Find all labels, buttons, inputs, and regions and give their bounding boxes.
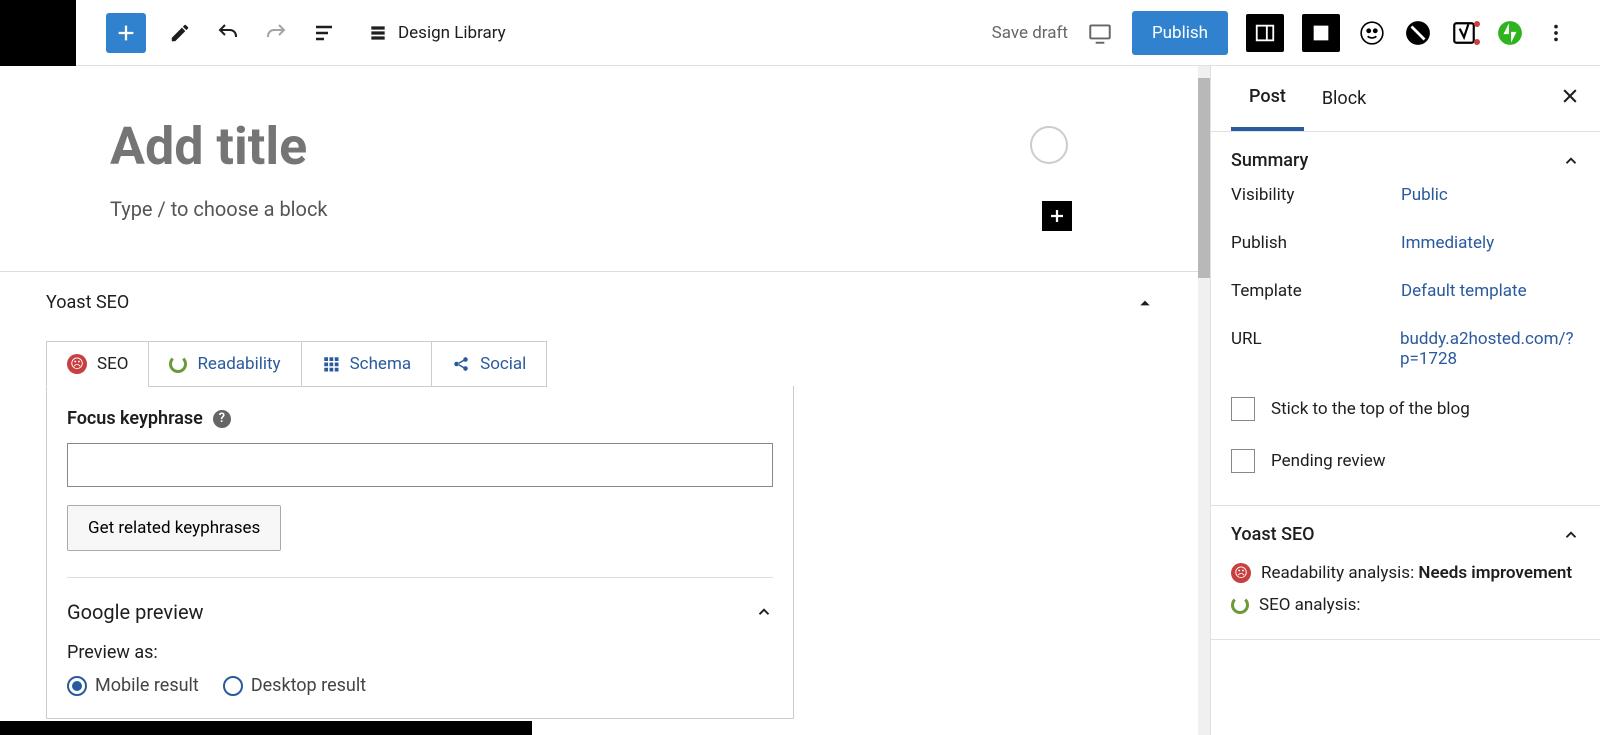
- chevron-up-icon: [755, 603, 773, 621]
- scrollbar-thumb[interactable]: [1198, 78, 1210, 278]
- tab-social[interactable]: Social: [431, 341, 547, 387]
- focus-keyphrase-label: Focus keyphrase ?: [67, 408, 773, 429]
- chevron-up-icon: [1138, 296, 1152, 310]
- summary-header[interactable]: Summary: [1231, 150, 1580, 171]
- yoast-metabox-header[interactable]: Yoast SEO: [46, 292, 1152, 341]
- radio-desktop-result[interactable]: Desktop result: [223, 675, 366, 696]
- plus-icon: [1048, 207, 1066, 225]
- plus-icon: [115, 22, 137, 44]
- block-prompt[interactable]: Type / to choose a block: [110, 177, 1088, 251]
- visibility-value[interactable]: Public: [1401, 185, 1448, 205]
- tab-block[interactable]: Block: [1304, 68, 1384, 129]
- radio-mobile-result[interactable]: Mobile result: [67, 675, 199, 696]
- sad-face-icon: ☹: [1231, 563, 1251, 583]
- wp-logo[interactable]: [0, 0, 76, 66]
- yoast-tab-content: Focus keyphrase ? Get related keyphrases…: [46, 386, 794, 719]
- stick-top-checkbox[interactable]: [1231, 397, 1255, 421]
- radio-icon: [67, 676, 87, 696]
- status-circle-icon: [1030, 126, 1068, 164]
- url-value[interactable]: buddy.a2hosted.com/?p=1728: [1400, 329, 1580, 369]
- settings-sidebar: Post Block Summary Visibility Public Pub…: [1210, 66, 1600, 735]
- share-icon: [452, 355, 470, 373]
- spinner-icon: [1231, 596, 1249, 614]
- edit-mode-button[interactable]: [166, 19, 194, 47]
- jetpack-icon[interactable]: [1496, 19, 1524, 47]
- redo-button[interactable]: [262, 19, 290, 47]
- pending-review-checkbox-row: Pending review: [1231, 435, 1580, 487]
- desktop-icon: [1087, 20, 1113, 46]
- pencil-icon: [169, 22, 191, 44]
- yoast-sidebar-icon[interactable]: [1450, 19, 1478, 47]
- yoast-metabox: Yoast SEO ☹ SEO Readability Schema: [0, 271, 1198, 719]
- stick-top-checkbox-row: Stick to the top of the blog: [1231, 383, 1580, 435]
- url-row: URL buddy.a2hosted.com/?p=1728: [1231, 315, 1580, 383]
- template-value[interactable]: Default template: [1401, 281, 1527, 301]
- template-row: Template Default template: [1231, 267, 1580, 315]
- block-icon[interactable]: [1404, 19, 1432, 47]
- main-area: Type / to choose a block Yoast SEO ☹ SEO…: [0, 66, 1600, 735]
- more-vertical-icon: [1545, 22, 1567, 44]
- focus-keyphrase-input[interactable]: [67, 443, 773, 487]
- editor-scrollbar[interactable]: [1198, 66, 1210, 735]
- tab-readability[interactable]: Readability: [148, 341, 301, 387]
- visibility-row: Visibility Public: [1231, 171, 1580, 219]
- undo-icon: [216, 21, 240, 45]
- preview-as-label: Preview as:: [67, 642, 773, 663]
- summary-section: Summary Visibility Public Publish Immedi…: [1211, 132, 1600, 506]
- preview-button[interactable]: [1086, 19, 1114, 47]
- spinner-icon: [169, 355, 187, 373]
- mailchimp-icon[interactable]: [1358, 19, 1386, 47]
- yoast-sidebar-section: Yoast SEO ☹ Readability analysis: Needs …: [1211, 506, 1600, 640]
- add-block-button[interactable]: [106, 13, 146, 53]
- yoast-title: Yoast SEO: [46, 292, 129, 313]
- tab-seo[interactable]: ☹ SEO: [46, 341, 149, 387]
- undo-button[interactable]: [214, 19, 242, 47]
- chevron-up-icon: [1562, 526, 1580, 544]
- publish-button[interactable]: Publish: [1132, 11, 1228, 55]
- editor-column: Type / to choose a block Yoast SEO ☹ SEO…: [0, 66, 1198, 735]
- sidebar-tabs: Post Block: [1211, 66, 1600, 132]
- close-sidebar-button[interactable]: [1560, 86, 1580, 112]
- preview-radio-group: Mobile result Desktop result: [67, 675, 773, 696]
- title-zone: Type / to choose a block: [0, 66, 1198, 271]
- grid-icon: [322, 355, 340, 373]
- sad-face-icon: ☹: [67, 354, 87, 374]
- help-icon[interactable]: ?: [213, 410, 231, 428]
- publish-value[interactable]: Immediately: [1401, 233, 1494, 253]
- library-icon: [368, 23, 388, 43]
- more-options-button[interactable]: [1542, 19, 1570, 47]
- readability-analysis-row[interactable]: ☹ Readability analysis: Needs improvemen…: [1231, 557, 1580, 589]
- google-preview-header[interactable]: Google preview: [67, 577, 773, 624]
- document-overview-button[interactable]: [310, 19, 338, 47]
- panel-icon: [1310, 22, 1332, 44]
- save-draft-button[interactable]: Save draft: [992, 23, 1068, 43]
- seo-analysis-row[interactable]: SEO analysis:: [1231, 589, 1580, 621]
- design-library-button[interactable]: Design Library: [368, 23, 506, 43]
- inline-add-block-button[interactable]: [1042, 201, 1072, 231]
- yoast-sidebar-header[interactable]: Yoast SEO: [1231, 524, 1580, 545]
- plugin-panel-button[interactable]: [1302, 14, 1340, 52]
- bottom-bar: [0, 721, 532, 735]
- top-toolbar: Design Library Save draft Publish: [0, 0, 1600, 66]
- chevron-up-icon: [1562, 152, 1580, 170]
- toolbar-left: Design Library: [76, 13, 506, 53]
- get-related-keyphrases-button[interactable]: Get related keyphrases: [67, 505, 281, 551]
- tab-schema[interactable]: Schema: [301, 341, 433, 387]
- pending-review-checkbox[interactable]: [1231, 449, 1255, 473]
- close-icon: [1560, 86, 1580, 106]
- radio-icon: [223, 676, 243, 696]
- settings-sidebar-toggle[interactable]: [1246, 14, 1284, 52]
- sidebar-icon: [1254, 22, 1276, 44]
- list-icon: [312, 21, 336, 45]
- post-title-input[interactable]: [110, 116, 910, 177]
- tab-post[interactable]: Post: [1231, 66, 1304, 131]
- yoast-tabs: ☹ SEO Readability Schema Social: [46, 341, 1152, 387]
- publish-row: Publish Immediately: [1231, 219, 1580, 267]
- redo-icon: [264, 21, 288, 45]
- toolbar-right: Save draft Publish: [992, 11, 1600, 55]
- design-library-label: Design Library: [398, 23, 506, 43]
